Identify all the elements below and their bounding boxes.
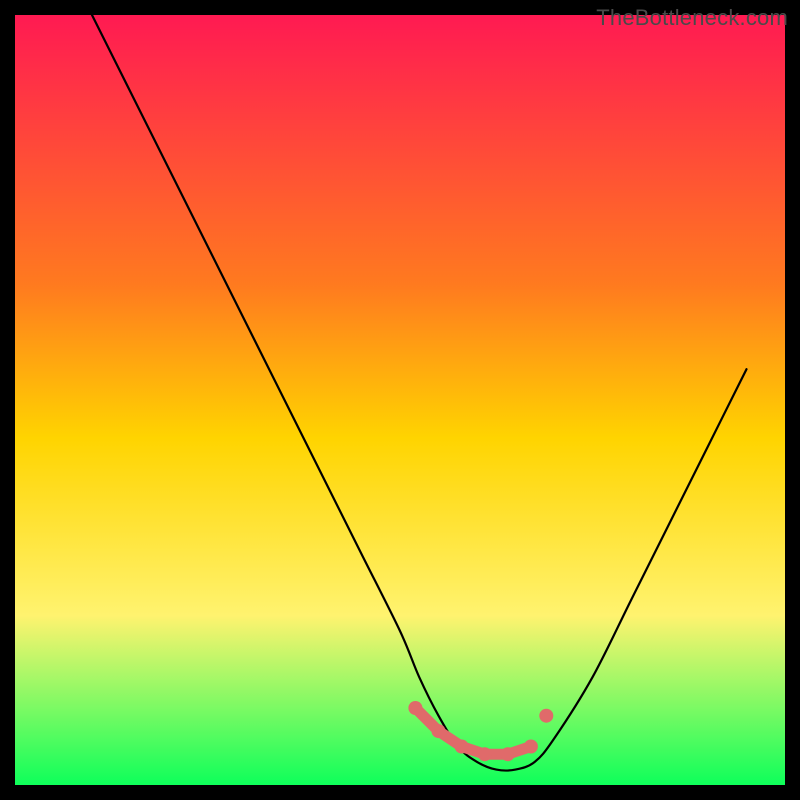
chart-svg xyxy=(15,15,785,785)
marker-dot xyxy=(408,701,422,715)
plot-area xyxy=(15,15,785,785)
watermark-text: TheBottleneck.com xyxy=(596,5,788,31)
marker-dot xyxy=(455,740,469,754)
gradient-background xyxy=(15,15,785,785)
marker-dot xyxy=(478,747,492,761)
chart-container: TheBottleneck.com xyxy=(0,0,800,800)
marker-dot xyxy=(501,747,515,761)
marker-dot xyxy=(539,709,553,723)
marker-dot xyxy=(524,740,538,754)
marker-dot xyxy=(432,724,446,738)
